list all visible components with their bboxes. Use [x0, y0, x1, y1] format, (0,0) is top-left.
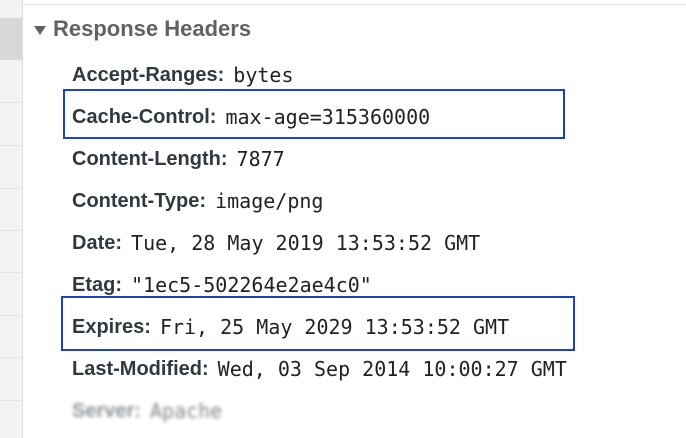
header-colon: :: [202, 357, 209, 380]
request-list-row-divider: [0, 230, 22, 231]
header-row-accept-ranges[interactable]: Accept-Ranges: bytes: [72, 60, 294, 90]
header-row-content-length[interactable]: Content-Length:7877: [72, 144, 285, 174]
header-row-last-modified[interactable]: Last-Modified: Wed, 03 Sep 2014 10:00:27 …: [72, 354, 567, 384]
header-name: Server: [72, 399, 135, 422]
triangle-down-icon: [34, 25, 46, 35]
header-value: 7877: [236, 147, 285, 171]
header-colon: :: [115, 273, 123, 296]
header-value: Apache: [149, 399, 223, 423]
response-headers-section-toggle[interactable]: Response Headers: [34, 14, 251, 44]
header-colon: :: [134, 399, 141, 422]
header-value: "1ec5-502264e2ae4c0": [131, 273, 372, 297]
request-list-row-divider: [0, 272, 22, 273]
header-colon: :: [115, 231, 123, 254]
request-list-row-divider: [0, 357, 22, 358]
header-value: Tue, 28 May 2019 13:53:52 GMT: [131, 231, 481, 255]
header-row-date[interactable]: Date: Tue, 28 May 2019 13:53:52 GMT: [72, 228, 480, 258]
header-name: Content-Length: [72, 147, 221, 170]
header-value: bytes: [233, 63, 294, 87]
header-name: Content-Type: [72, 189, 200, 212]
header-name: Last-Modified: [72, 357, 202, 380]
header-value: Wed, 03 Sep 2014 10:00:27 GMT: [217, 357, 567, 381]
expires-highlight-box: [61, 296, 575, 351]
header-row-server[interactable]: Server: Apache: [72, 396, 222, 426]
request-list-selected-row[interactable]: [0, 18, 22, 60]
request-list-row-divider: [0, 145, 22, 146]
request-list-row-divider: [0, 188, 22, 189]
header-value: image/png: [215, 189, 324, 213]
request-list-row-divider: [0, 315, 22, 316]
panel-top-divider: [23, 4, 686, 5]
header-colon: :: [217, 63, 225, 86]
request-list-row-divider: [0, 102, 22, 103]
request-list-strip[interactable]: [0, 0, 23, 438]
header-colon: :: [220, 147, 228, 170]
section-title: Response Headers: [53, 16, 252, 41]
header-name: Accept-Ranges: [72, 63, 218, 86]
header-row-content-type[interactable]: Content-Type: image/png: [72, 186, 323, 216]
header-colon: :: [199, 189, 207, 212]
header-name: Date: [72, 231, 116, 254]
request-list-row-divider: [0, 400, 22, 401]
cache-control-highlight-box: [63, 89, 565, 139]
header-name: Etag: [72, 273, 116, 296]
